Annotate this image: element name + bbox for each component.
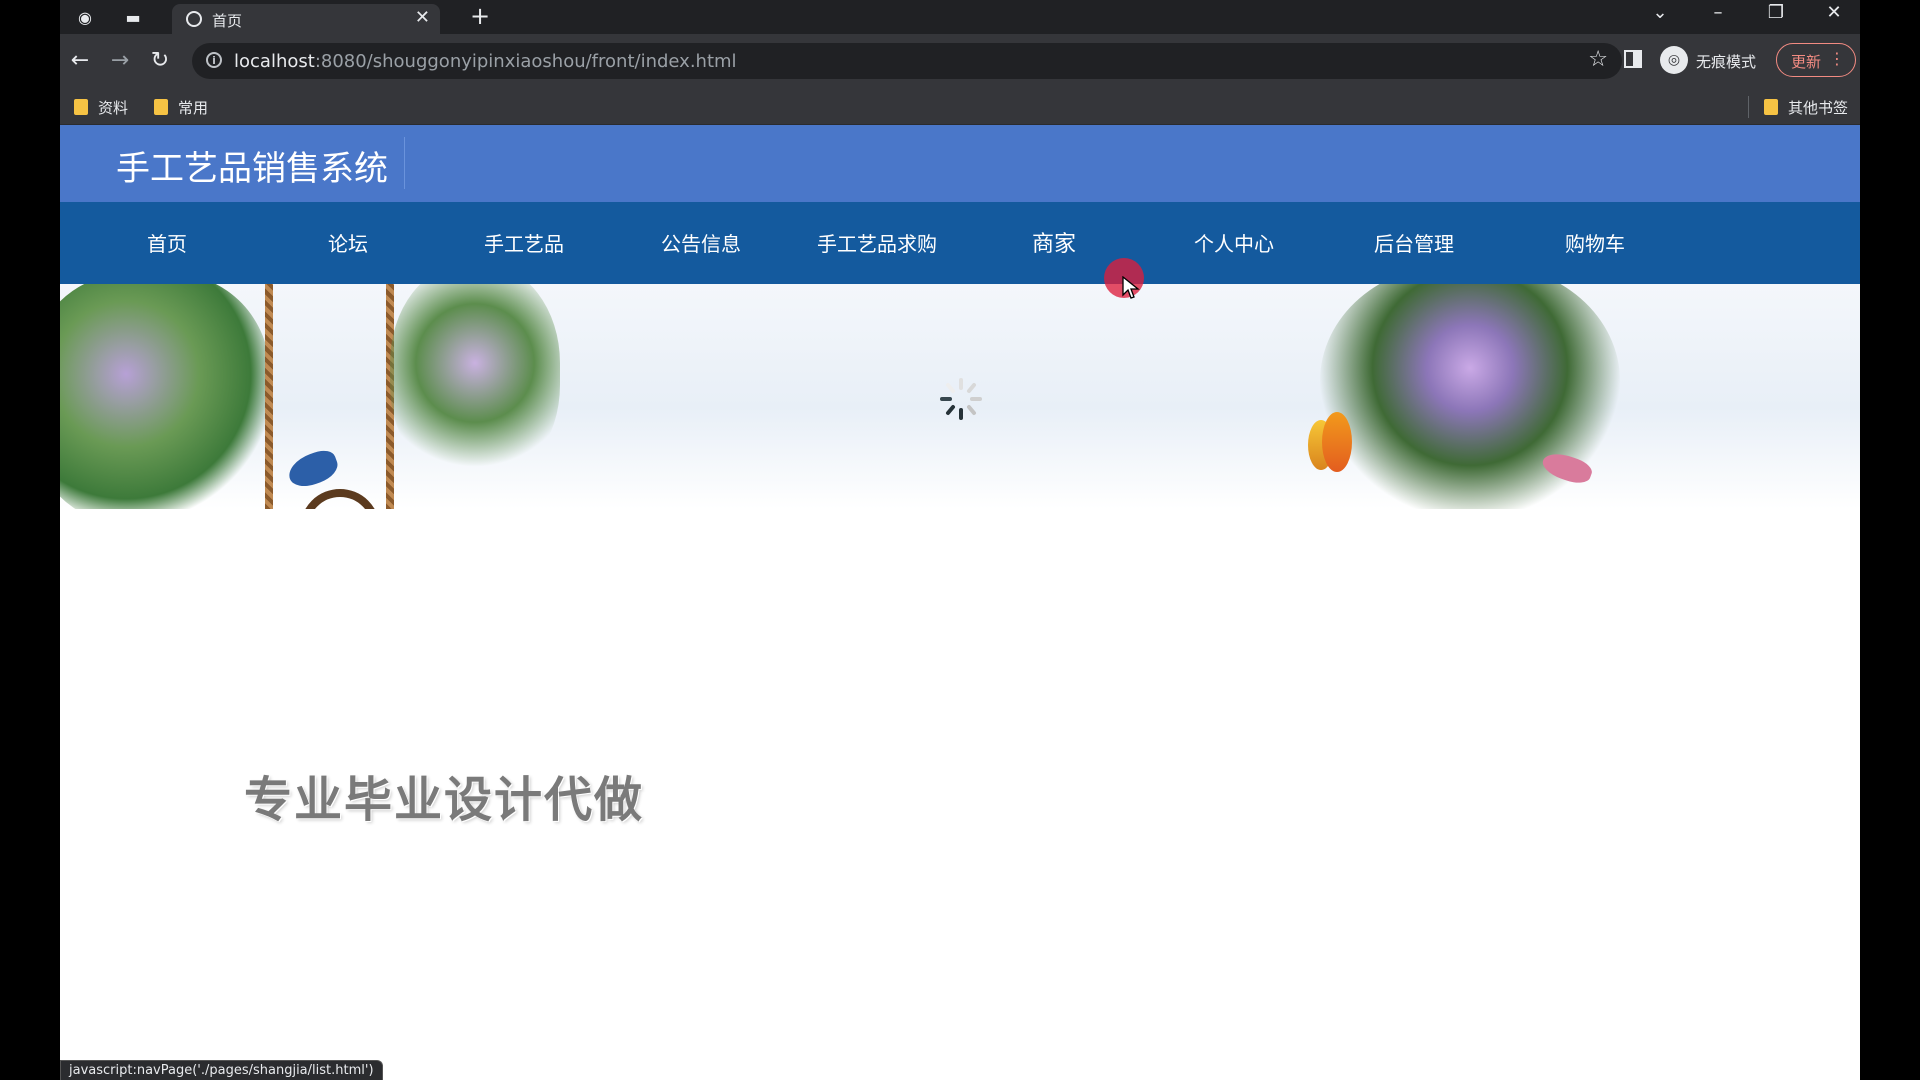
back-arrow-icon[interactable]: ← [66,47,94,75]
minimize-button[interactable]: – [1698,2,1738,23]
banner-carousel[interactable] [60,284,1860,509]
loading-spinner-icon [940,378,982,420]
browser-window: ◉ ▬ 首页 ✕ + ⌄ – ❐ ✕ ← → ↻ i localhost:808… [60,0,1860,1080]
bookmarks-bar: 资料 常用 其他书签 [60,88,1860,125]
url-text[interactable]: localhost:8080/shouggonyipinxiaoshou/fro… [234,51,737,72]
header-divider [404,137,405,189]
close-window-button[interactable]: ✕ [1814,2,1854,23]
nav-cart[interactable]: 购物车 [1565,228,1625,257]
address-bar[interactable]: i localhost:8080/shouggonyipinxiaoshou/f… [192,43,1622,79]
bookmark-label: 资料 [98,98,129,117]
tab-title: 首页 [212,12,243,30]
site-info-icon[interactable]: i [206,52,222,68]
new-tab-button[interactable]: + [470,2,490,30]
parrot-image [1322,412,1352,472]
nav-home[interactable]: 首页 [147,228,187,257]
folder-icon [1764,99,1778,115]
bookmark-separator [1748,96,1749,118]
other-bookmarks-label: 其他书签 [1788,98,1849,117]
restore-button[interactable]: ❐ [1756,2,1796,23]
update-label: 更新 [1791,53,1822,71]
nav-merchants[interactable]: 商家 [1032,226,1076,258]
nav-admin[interactable]: 后台管理 [1374,228,1454,257]
other-bookmarks[interactable]: 其他书签 [1764,97,1848,117]
wheel-image [300,489,380,509]
tab-list-chevron-icon[interactable]: ⌄ [1640,2,1680,23]
web-page: 手工艺品销售系统 首页 论坛 手工艺品 公告信息 手工艺品求购 商家 个人中心 … [60,125,1860,1080]
tab-home[interactable]: 首页 ✕ [172,4,440,34]
kebab-menu-icon[interactable]: ⋮ [1829,49,1845,68]
site-title: 手工艺品销售系统 [116,149,388,189]
flowers-left-image [60,284,270,509]
update-button[interactable]: 更新 ⋮ [1776,43,1856,77]
nav-craft-requests[interactable]: 手工艺品求购 [817,228,937,257]
incognito-label: 无痕模式 [1696,53,1757,71]
nav-crafts[interactable]: 手工艺品 [484,228,564,257]
watermark-caption: 专业毕业设计代做 [244,772,645,828]
swing-rope [265,284,273,509]
bookmark-label: 常用 [178,98,209,117]
forward-arrow-icon[interactable]: → [106,47,134,75]
browser-toolbar: ← → ↻ i localhost:8080/shouggonyipinxiao… [60,34,1860,88]
browser-menu-icon[interactable]: ◉ [72,5,98,29]
reload-icon[interactable]: ↻ [146,47,174,75]
screen: ◉ ▬ 首页 ✕ + ⌄ – ❐ ✕ ← → ↻ i localhost:808… [0,0,1920,1080]
nav-personal-center[interactable]: 个人中心 [1194,228,1274,257]
globe-icon [186,11,202,27]
flowers-image [390,284,560,484]
folder-icon [74,99,88,115]
bookmark-star-icon[interactable]: ☆ [1588,47,1608,72]
blue-bird-image [284,446,342,492]
folder-icon [154,99,168,115]
bookmark-folder-changyong[interactable]: 常用 [154,97,208,117]
incognito-icon[interactable]: ◎ [1660,46,1688,74]
site-header: 手工艺品销售系统 [60,125,1860,202]
nav-announcements[interactable]: 公告信息 [661,228,741,257]
tab-strip: ◉ ▬ 首页 ✕ + ⌄ – ❐ ✕ [60,0,1860,34]
mouse-pointer-icon [1122,276,1140,299]
side-panel-icon[interactable] [1624,50,1642,68]
link-status-bar: javascript:navPage('./pages/shangjia/lis… [60,1060,383,1080]
bookmark-folder-ziliao[interactable]: 资料 [74,97,128,117]
tab-search-icon[interactable]: ▬ [120,5,146,29]
main-nav: 首页 论坛 手工艺品 公告信息 手工艺品求购 商家 个人中心 后台管理 购物车 [60,202,1860,284]
close-tab-icon[interactable]: ✕ [415,7,430,28]
nav-forum[interactable]: 论坛 [328,228,368,257]
